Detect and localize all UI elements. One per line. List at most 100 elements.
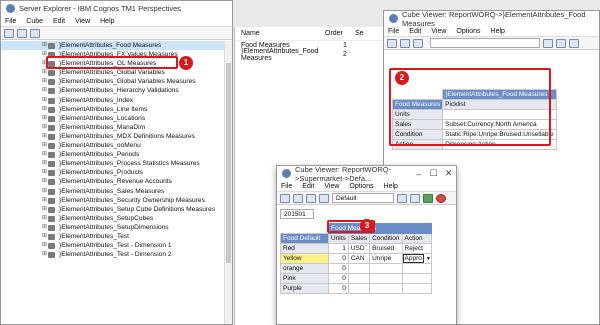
grid-icon[interactable]: [387, 38, 397, 48]
tree-item[interactable]: ⊞}ElementAttributes_MDX Definitions Meas…: [1, 132, 224, 141]
tree-item[interactable]: ⊞}ElementAttributes_Sales Measures: [1, 187, 224, 196]
expand-icon[interactable]: ⊞: [42, 68, 47, 77]
menu-options[interactable]: Options: [456, 28, 480, 35]
units-cell[interactable]: 0: [328, 273, 349, 284]
action-picklist-value[interactable]: Appro: [402, 254, 424, 263]
tree-item[interactable]: ⊞}ElementAttributes_Process Statistics M…: [1, 159, 224, 168]
menu-file[interactable]: File: [281, 183, 292, 190]
condition-cell[interactable]: Bruised: [369, 243, 403, 254]
menu-edit[interactable]: Edit: [302, 183, 314, 190]
sales-cell[interactable]: [347, 263, 371, 274]
menu-options[interactable]: Options: [349, 183, 373, 190]
menu-edit[interactable]: Edit: [53, 18, 65, 25]
recalculate-icon[interactable]: [306, 193, 316, 203]
expand-icon[interactable]: ⊞: [42, 250, 47, 259]
expand-icon[interactable]: ⊞: [42, 105, 47, 114]
expand-icon[interactable]: ⊞: [42, 77, 47, 86]
action-picklist-cell[interactable]: Appro ▼: [401, 253, 432, 264]
menu-help[interactable]: Help: [100, 18, 114, 25]
menu-view[interactable]: View: [75, 18, 90, 25]
tree-item[interactable]: ⊞}ElementAttributes_Periods: [1, 150, 224, 159]
units-cell[interactable]: 0: [328, 263, 349, 274]
list-view-icon[interactable]: [17, 28, 27, 38]
tree-item[interactable]: ⊞}ElementAttributes_Setup Cube Definitio…: [1, 205, 224, 214]
view-select[interactable]: Default: [332, 193, 394, 203]
chevron-down-icon[interactable]: ▼: [424, 256, 431, 262]
save-icon[interactable]: [400, 38, 410, 48]
expand-icon[interactable]: ⊞: [42, 86, 47, 95]
expand-icon[interactable]: ⊞: [42, 132, 47, 141]
tree-item[interactable]: ⊞}ElementAttributes_SetupCubes: [1, 214, 224, 223]
tree-item[interactable]: ⊞}ElementAttributes_ooMenu: [1, 141, 224, 150]
expand-icon[interactable]: ⊞: [42, 141, 47, 150]
tree-item[interactable]: ⊞}ElementAttributes_Test - Dimension 2: [1, 250, 224, 259]
units-cell[interactable]: 1: [328, 243, 349, 254]
recalculate-icon[interactable]: [413, 38, 423, 48]
tree-item[interactable]: ⊞}ElementAttributes_Locations: [1, 114, 224, 123]
active-form-icon[interactable]: [423, 193, 433, 203]
action-cell[interactable]: [401, 283, 432, 294]
grid-icon[interactable]: [280, 193, 290, 203]
slice-icon[interactable]: [569, 38, 579, 48]
expand-icon[interactable]: ⊞: [42, 177, 47, 186]
view-select[interactable]: [430, 38, 540, 48]
expand-icon[interactable]: ⊞: [42, 123, 47, 132]
tree-item[interactable]: ⊞}ElementAttributes_Food Measures: [1, 41, 224, 51]
expand-icon[interactable]: ⊞: [42, 168, 47, 177]
expand-icon[interactable]: ⊞: [42, 223, 47, 232]
list-item[interactable]: }ElementAttributes_Food Measures 2: [235, 48, 384, 62]
units-cell[interactable]: 0: [328, 253, 349, 264]
tree-item[interactable]: ⊞}ElementAttributes_Products: [1, 168, 224, 177]
tree-item[interactable]: ⊞}ElementAttributes_Global Variables Mea…: [1, 77, 224, 86]
sales-cell[interactable]: [347, 273, 371, 284]
tree-item[interactable]: ⊞}ElementAttributes_SetupDimensions: [1, 223, 224, 232]
chart-icon[interactable]: [397, 193, 407, 203]
col-se-header[interactable]: Se: [355, 30, 364, 37]
menu-file[interactable]: File: [388, 28, 399, 35]
maximize-button[interactable]: ☐: [426, 168, 441, 179]
close-button[interactable]: ✕: [441, 168, 456, 179]
tree-item[interactable]: ⊞}ElementAttributes_Security Ownership M…: [1, 196, 224, 205]
expand-icon[interactable]: ⊞: [42, 96, 47, 105]
expand-icon[interactable]: ⊞: [42, 159, 47, 168]
stop-icon[interactable]: [436, 193, 446, 203]
condition-cell[interactable]: [369, 273, 403, 284]
menu-view[interactable]: View: [431, 28, 446, 35]
units-cell[interactable]: 0: [328, 283, 349, 294]
expand-icon[interactable]: ⊞: [42, 196, 47, 205]
expand-icon[interactable]: ⊞: [42, 205, 47, 214]
col-order-header[interactable]: Order: [325, 30, 355, 37]
tree-scroll-thumb[interactable]: [226, 63, 231, 263]
menu-cube[interactable]: Cube: [26, 18, 43, 25]
menu-help[interactable]: Help: [491, 28, 505, 35]
tree-item[interactable]: ⊞}ElementAttributes_Index: [1, 96, 224, 105]
tree-item[interactable]: ⊞}ElementAttributes_Line Items: [1, 105, 224, 114]
export-icon[interactable]: [410, 193, 420, 203]
action-cell[interactable]: Reject: [401, 243, 432, 254]
export-icon[interactable]: [556, 38, 566, 48]
minimize-button[interactable]: –: [411, 169, 426, 179]
menu-edit[interactable]: Edit: [409, 28, 421, 35]
tree-item[interactable]: ⊞}ElementAttributes_Hierarchy Validation…: [1, 86, 224, 95]
save-icon[interactable]: [293, 193, 303, 203]
tree-view-icon[interactable]: [4, 28, 14, 38]
condition-cell[interactable]: [369, 283, 403, 294]
tree-scrollbar[interactable]: [224, 41, 232, 324]
tree-item[interactable]: ⊞}ElementAttributes_Test: [1, 232, 224, 241]
tree-item[interactable]: ⊞}ElementAttributes_MariaDim: [1, 123, 224, 132]
period-select[interactable]: 201501: [280, 209, 314, 219]
sales-cell[interactable]: USD: [347, 243, 371, 254]
chart-icon[interactable]: [543, 38, 553, 48]
expand-icon[interactable]: ⊞: [42, 114, 47, 123]
expand-icon[interactable]: ⊞: [42, 214, 47, 223]
col-name-header[interactable]: Name: [235, 30, 325, 37]
properties-icon[interactable]: [30, 28, 40, 38]
expand-icon[interactable]: ⊞: [42, 232, 47, 241]
sales-cell[interactable]: [347, 283, 371, 294]
condition-cell[interactable]: [369, 263, 403, 274]
row-dimension-header[interactable]: Food Default: [280, 233, 329, 244]
tree-item[interactable]: ⊞}ElementAttributes_Global Variables: [1, 68, 224, 77]
tree-item[interactable]: ⊞}ElementAttributes_Test - Dimension 1: [1, 241, 224, 250]
expand-icon[interactable]: ⊞: [42, 187, 47, 196]
tree-item[interactable]: ⊞}ElementAttributes_Revenue Accounts: [1, 177, 224, 186]
